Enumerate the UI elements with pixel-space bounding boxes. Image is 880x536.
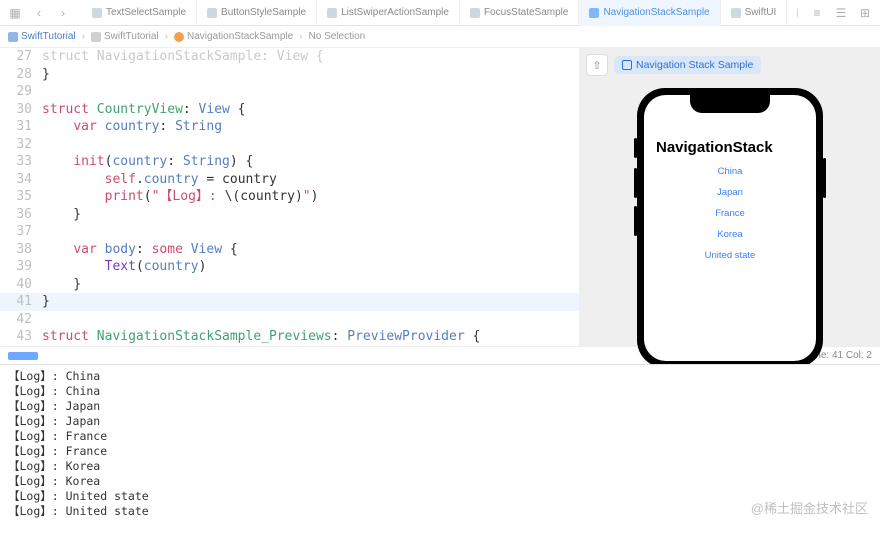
tabs-container: TextSelectSampleButtonStyleSampleListSwi… [82, 0, 798, 26]
app-root: ▦ ‹ › TextSelectSampleButtonStyleSampleL… [0, 0, 880, 536]
menu-grid-icon[interactable]: ▦ [4, 2, 26, 24]
console-line: 【Log】: China [8, 384, 872, 399]
preview-chip-label: Navigation Stack Sample [636, 59, 753, 71]
code-line[interactable]: 30struct CountryView: View { [0, 101, 579, 119]
nav-link[interactable]: United state [705, 250, 756, 261]
tab-TextSelectSample[interactable]: TextSelectSample [82, 0, 197, 26]
bc-project[interactable]: SwiftTutorial [8, 31, 76, 42]
assistant-icon[interactable]: ≡ [806, 2, 828, 24]
nav-fwd-button[interactable]: › [52, 2, 74, 24]
code-line[interactable]: 36 } [0, 206, 579, 224]
tab-SwiftUI[interactable]: SwiftUI [721, 0, 788, 26]
bc-file[interactable]: NavigationStackSample [174, 31, 293, 42]
preview-panel: ⇧ Navigation Stack Sample NavigationStac… [580, 48, 880, 346]
pin-button[interactable]: ⇧ [586, 54, 608, 76]
nav-link[interactable]: China [718, 166, 743, 177]
code-line[interactable]: 27struct NavigationStackSample: View { [0, 48, 579, 66]
nav-link[interactable]: Japan [717, 187, 743, 198]
console-line: 【Log】: United state [8, 504, 872, 519]
tab-toolbar: ▦ ‹ › TextSelectSampleButtonStyleSampleL… [0, 0, 880, 26]
code-line[interactable]: 33 init(country: String) { [0, 153, 579, 171]
code-line[interactable]: 39 Text(country) [0, 258, 579, 276]
console-line: 【Log】: France [8, 429, 872, 444]
bc-target[interactable]: SwiftTutorial [91, 31, 159, 42]
code-line[interactable]: 31 var country: String [0, 118, 579, 136]
device-screen[interactable]: NavigationStack ChinaJapanFranceKoreaUni… [644, 95, 816, 361]
preview-chip[interactable]: Navigation Stack Sample [614, 56, 761, 74]
add-tab-button[interactable]: ⊞ [854, 2, 876, 24]
console-output[interactable]: @稀土掘金技术社区 【Log】: China【Log】: China【Log】:… [0, 364, 880, 536]
tab-ListSwiperActionSample[interactable]: ListSwiperActionSample [317, 0, 460, 26]
console-line: 【Log】: Korea [8, 474, 872, 489]
tab-ButtonStyleSample[interactable]: ButtonStyleSample [197, 0, 317, 26]
nav-link[interactable]: France [715, 208, 745, 219]
console-line: 【Log】: Japan [8, 414, 872, 429]
code-line[interactable]: 42 [0, 311, 579, 329]
code-line[interactable]: 43struct NavigationStackSample_Previews:… [0, 328, 579, 346]
code-line[interactable]: 28} [0, 66, 579, 84]
device-notch [690, 95, 770, 113]
nav-back-button[interactable]: ‹ [28, 2, 50, 24]
code-line[interactable]: 41} [0, 293, 579, 311]
device-frame: NavigationStack ChinaJapanFranceKoreaUni… [637, 88, 823, 368]
bc-selection: No Selection [309, 31, 366, 42]
console-line: 【Log】: United state [8, 489, 872, 504]
nav-link[interactable]: Korea [717, 229, 742, 240]
nav-list: China Japan France Korea United state [644, 162, 816, 261]
code-line[interactable]: 35 print("【Log】: \(country)") [0, 188, 579, 206]
code-editor[interactable]: 27struct NavigationStackSample: View {28… [0, 48, 580, 346]
console-line: 【Log】: China [8, 369, 872, 384]
tab-FocusStateSample[interactable]: FocusStateSample [460, 0, 580, 26]
preview-header: ⇧ Navigation Stack Sample [580, 48, 880, 82]
code-line[interactable]: 37 [0, 223, 579, 241]
code-line[interactable]: 32 [0, 136, 579, 154]
code-line[interactable]: 40 } [0, 276, 579, 294]
main-split: 27struct NavigationStackSample: View {28… [0, 48, 880, 346]
code-line[interactable]: 38 var body: some View { [0, 241, 579, 259]
device-canvas[interactable]: NavigationStack ChinaJapanFranceKoreaUni… [580, 82, 880, 368]
list-icon[interactable]: ☰ [830, 2, 852, 24]
breadcrumb: SwiftTutorial › SwiftTutorial › Navigati… [0, 26, 880, 48]
code-line[interactable]: 34 self.country = country [0, 171, 579, 189]
console-line: 【Log】: Korea [8, 459, 872, 474]
tab-ButtonSample[interactable]: ButtonSample [787, 0, 798, 26]
preview-chip-icon [622, 60, 632, 70]
console-line: 【Log】: France [8, 444, 872, 459]
code-line[interactable]: 29 [0, 83, 579, 101]
status-indicator [8, 352, 38, 360]
console-line: 【Log】: Japan [8, 399, 872, 414]
code-area[interactable]: 27struct NavigationStackSample: View {28… [0, 48, 579, 346]
tab-NavigationStackSample[interactable]: NavigationStackSample [579, 0, 720, 26]
